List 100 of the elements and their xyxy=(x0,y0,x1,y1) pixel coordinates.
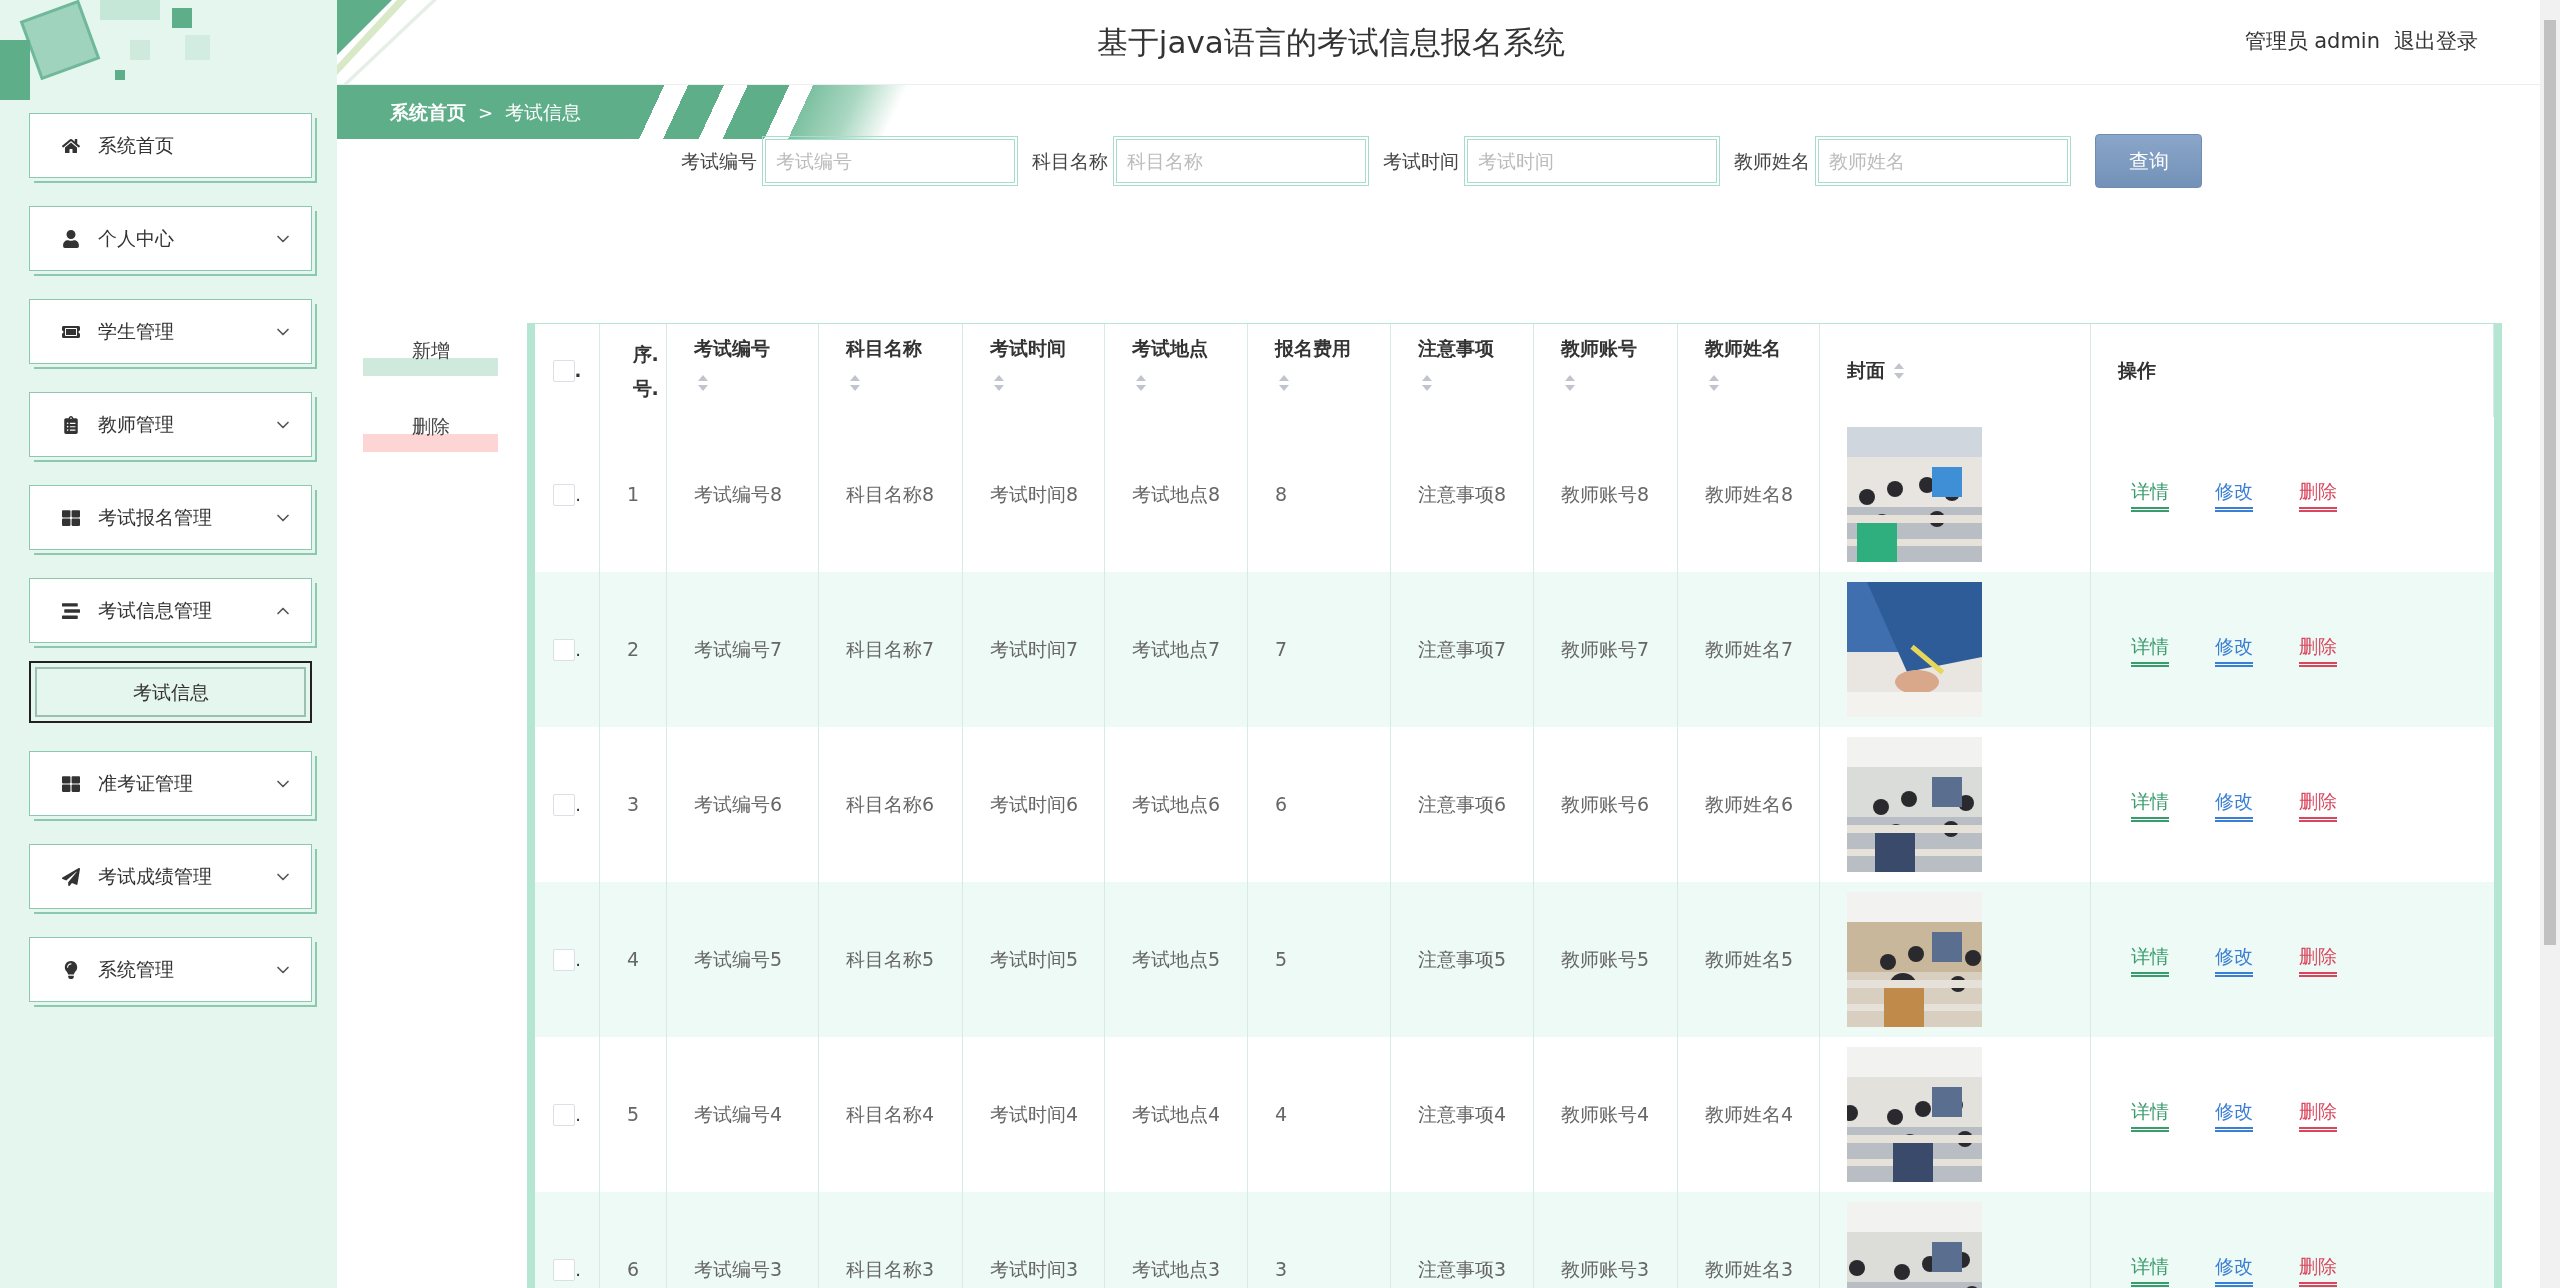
column-header: 操作 xyxy=(2118,358,2156,384)
table-cell-text: 考试地点8 xyxy=(1132,482,1221,508)
scrollbar[interactable] xyxy=(2540,0,2560,1288)
field-label: 教师姓名 xyxy=(1734,148,1810,174)
submenu-item[interactable]: 考试信息 xyxy=(29,661,312,723)
column-header: 报名费用 xyxy=(1275,336,1352,361)
delete-link[interactable]: 删除 xyxy=(2299,941,2337,978)
checkbox[interactable] xyxy=(553,483,576,506)
detail-link[interactable]: 详情 xyxy=(2131,1251,2169,1288)
detail-link[interactable]: 详情 xyxy=(2131,941,2169,978)
menu-label: 系统管理 xyxy=(98,957,175,983)
home-icon xyxy=(62,136,80,155)
delete-link[interactable]: 删除 xyxy=(2299,476,2337,513)
table-cell-text: 科目名称5 xyxy=(846,947,935,973)
table-cell-text: 考试编号3 xyxy=(694,1257,783,1283)
menu-label: 考试信息管理 xyxy=(98,598,213,624)
search-button[interactable]: 查询 xyxy=(2095,134,2202,188)
paper-plane-icon xyxy=(62,867,80,886)
breadcrumb-link[interactable]: 考试信息 xyxy=(505,97,582,127)
grid-icon xyxy=(62,774,80,793)
table-cell-text: 教师账号4 xyxy=(1561,1102,1650,1128)
table-cell-text: 6 xyxy=(1275,792,1288,818)
grid-icon xyxy=(62,508,80,527)
delete-link[interactable]: 删除 xyxy=(2299,786,2337,823)
column-header: 考试时间 xyxy=(990,336,1067,361)
table-cell-text: 7 xyxy=(1275,637,1288,663)
table-cell-text: 科目名称7 xyxy=(846,637,935,663)
menu-label: 考试报名管理 xyxy=(98,505,213,531)
detail-link[interactable]: 详情 xyxy=(2131,786,2169,823)
table-cell-text: 教师姓名3 xyxy=(1705,1257,1794,1283)
checkbox[interactable] xyxy=(553,948,576,971)
breadcrumb-link[interactable]: 系统首页 xyxy=(390,97,466,127)
table-cell-text: 注意事项4 xyxy=(1418,1102,1507,1128)
table-cell-text: 考试编号4 xyxy=(694,1102,783,1128)
table-cell-text: 科目名称3 xyxy=(846,1257,935,1283)
edit-link[interactable]: 修改 xyxy=(2215,476,2253,513)
detail-link[interactable]: 详情 xyxy=(2131,476,2169,513)
edit-link[interactable]: 修改 xyxy=(2215,1251,2253,1288)
table-cell-text: 教师账号7 xyxy=(1561,637,1650,663)
table-cell-text: 考试地点4 xyxy=(1132,1102,1221,1128)
checkbox-mark: . xyxy=(575,948,581,972)
table-cell-text: 考试地点6 xyxy=(1132,792,1221,818)
table-cell-text: 4 xyxy=(627,947,640,973)
search-field[interactable]: 科目名称 xyxy=(1113,136,1369,186)
edit-link[interactable]: 修改 xyxy=(2215,631,2253,668)
menu-label: 考试成绩管理 xyxy=(98,864,213,890)
detail-link[interactable]: 详情 xyxy=(2131,1096,2169,1133)
edit-link[interactable]: 修改 xyxy=(2215,941,2253,978)
search-field[interactable]: 考试时间 xyxy=(1464,136,1720,186)
admin-label: 管理员 admin xyxy=(2244,28,2380,56)
table-cell-text: 教师账号5 xyxy=(1561,947,1650,973)
checkbox[interactable] xyxy=(553,638,576,661)
menu-label: 教师管理 xyxy=(98,412,175,438)
edit-link[interactable]: 修改 xyxy=(2215,786,2253,823)
delete-link[interactable]: 删除 xyxy=(2299,1096,2337,1133)
delete-link[interactable]: 删除 xyxy=(2299,1251,2337,1288)
detail-link[interactable]: 详情 xyxy=(2131,631,2169,668)
search-field[interactable]: 考试编号 xyxy=(762,136,1018,186)
checkbox-mark: . xyxy=(575,1103,581,1127)
checkbox-mark: . xyxy=(575,483,581,507)
table-cell-text: 考试编号5 xyxy=(694,947,783,973)
bulb-icon xyxy=(62,960,80,979)
field-label: 科目名称 xyxy=(1032,148,1108,174)
column-header: 科目名称 xyxy=(846,336,923,361)
table-cell-text: 5 xyxy=(627,1102,640,1128)
checkbox[interactable] xyxy=(553,1258,576,1281)
table-cell-text: 教师账号8 xyxy=(1561,482,1650,508)
checkbox-mark: . xyxy=(575,638,581,662)
table-cell-text: 考试时间8 xyxy=(990,482,1079,508)
column-header: 教师姓名 xyxy=(1705,336,1782,361)
checkbox-mark: . xyxy=(575,1258,581,1282)
logout-link[interactable]: 退出登录 xyxy=(2394,26,2478,58)
search-field[interactable]: 教师姓名 xyxy=(1815,136,2071,186)
edit-link[interactable]: 修改 xyxy=(2215,1096,2253,1133)
checkbox[interactable] xyxy=(553,1103,576,1126)
clipboard-icon xyxy=(62,415,80,434)
menu-label: 学生管理 xyxy=(98,319,175,345)
field-label: 考试时间 xyxy=(1383,148,1459,174)
column-header: 序.号. xyxy=(632,341,660,401)
table-cell-text: 教师姓名6 xyxy=(1705,792,1794,818)
checkbox-mark: . xyxy=(575,793,581,817)
table-cell-text: 考试地点3 xyxy=(1132,1257,1221,1283)
column-header: 教师账号 xyxy=(1561,336,1638,361)
table-cell-text: 科目名称8 xyxy=(846,482,935,508)
table-cell-text: 考试编号6 xyxy=(694,792,783,818)
table-cell-text: 注意事项8 xyxy=(1418,482,1507,508)
checkbox[interactable] xyxy=(553,793,576,816)
column-header: 注意事项 xyxy=(1418,336,1495,361)
checkbox[interactable] xyxy=(552,359,575,382)
table-cell-text: 3 xyxy=(1275,1257,1288,1283)
field-label: 考试编号 xyxy=(681,148,757,174)
table-cell-text: 注意事项6 xyxy=(1418,792,1507,818)
table-cell-text: 考试编号8 xyxy=(694,482,783,508)
table-cell-text: 考试时间7 xyxy=(990,637,1079,663)
table-cell-text: 教师姓名7 xyxy=(1705,637,1794,663)
table-cell-text: 注意事项3 xyxy=(1418,1257,1507,1283)
delete-link[interactable]: 删除 xyxy=(2299,631,2337,668)
table-cell-text: 8 xyxy=(1275,482,1288,508)
table-cell-text: 注意事项7 xyxy=(1418,637,1507,663)
table-cell-text: 科目名称4 xyxy=(846,1102,935,1128)
